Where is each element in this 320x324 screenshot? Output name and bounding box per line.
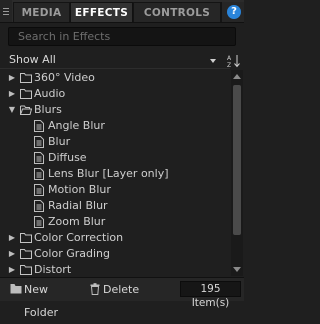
footer-bar: New Folder Delete 195 Item(s) xyxy=(0,277,244,319)
tree-item-label: Blurs xyxy=(34,103,62,116)
help-icon: ? xyxy=(227,5,241,19)
tree-folder-row[interactable]: ▶ Audio xyxy=(0,86,230,102)
scroll-thumb[interactable] xyxy=(233,85,241,235)
tab-bar: MEDIA EFFECTS CONTROLS ? xyxy=(0,0,244,23)
tree-effect-row[interactable]: Diffuse xyxy=(0,150,230,166)
tree-item-label: Angle Blur xyxy=(48,119,105,132)
tree-folder-row[interactable]: ▼ Blurs xyxy=(0,102,230,118)
delete-label: Delete xyxy=(103,283,140,296)
effect-document-icon xyxy=(34,184,44,196)
expand-right-icon[interactable]: ▶ xyxy=(7,70,17,86)
tree-item-label: Distort xyxy=(34,263,72,276)
svg-text:A: A xyxy=(227,55,232,62)
tab-media[interactable]: MEDIA xyxy=(13,2,70,22)
tree-item-label: Motion Blur xyxy=(48,183,111,196)
expand-right-icon[interactable]: ▶ xyxy=(7,86,17,102)
expand-down-icon[interactable]: ▼ xyxy=(7,102,17,118)
scroll-up-icon[interactable] xyxy=(233,74,241,79)
tree-item-label: Audio xyxy=(34,87,66,100)
effect-document-icon xyxy=(34,168,44,180)
folder-icon xyxy=(20,249,32,259)
filter-dropdown[interactable]: Show All xyxy=(9,53,56,66)
tree-item-label: Radial Blur xyxy=(48,199,108,212)
new-folder-label: New Folder xyxy=(24,283,58,319)
chevron-down-icon[interactable] xyxy=(210,59,216,63)
filter-bar: Show All A Z xyxy=(0,50,244,70)
tree-effect-row[interactable]: Angle Blur xyxy=(0,118,230,134)
effect-document-icon xyxy=(34,136,44,148)
folder-open-icon xyxy=(20,105,32,115)
effect-document-icon xyxy=(34,120,44,132)
folder-icon xyxy=(20,89,32,99)
tree-folder-row[interactable]: ▶ Distort xyxy=(0,262,230,278)
tree-effect-row[interactable]: Zoom Blur xyxy=(0,214,230,230)
tree-effect-row[interactable]: Radial Blur xyxy=(0,198,230,214)
item-count: 195 Item(s) xyxy=(180,281,241,309)
folder-icon xyxy=(10,284,22,294)
effect-document-icon xyxy=(34,200,44,212)
folder-icon xyxy=(20,233,32,243)
help-button[interactable]: ? xyxy=(221,2,244,22)
tree-folder-row[interactable]: ▶ 360° Video xyxy=(0,70,230,86)
scroll-down-icon[interactable] xyxy=(233,267,241,272)
tree-item-label: Color Correction xyxy=(34,231,124,244)
tree-effect-row[interactable]: Motion Blur xyxy=(0,182,230,198)
tree-item-label: 360° Video xyxy=(34,71,95,84)
effects-tree: ▶ 360° Video ▶ Audio ▼ Blurs Angle Blur Blur Dif… xyxy=(0,68,230,277)
tree-effect-row[interactable]: Lens Blur [Layer only] xyxy=(0,166,230,182)
scrollbar[interactable] xyxy=(231,70,243,276)
expand-right-icon[interactable]: ▶ xyxy=(7,262,17,278)
tree-effect-row[interactable]: Blur xyxy=(0,134,230,150)
effect-document-icon xyxy=(34,152,44,164)
delete-button[interactable]: Delete xyxy=(88,278,140,301)
tab-effects[interactable]: EFFECTS xyxy=(70,2,133,22)
tree-item-label: Blur xyxy=(48,135,71,148)
tab-controls[interactable]: CONTROLS xyxy=(133,2,221,22)
effect-document-icon xyxy=(34,216,44,228)
expand-right-icon[interactable]: ▶ xyxy=(7,230,17,246)
panel-menu-icon[interactable] xyxy=(0,0,12,22)
search-input[interactable]: Search in Effects xyxy=(8,27,236,46)
tree-item-label: Lens Blur [Layer only] xyxy=(48,167,169,180)
expand-right-icon[interactable]: ▶ xyxy=(7,246,17,262)
new-folder-button[interactable]: New Folder xyxy=(8,278,78,319)
tree-folder-row[interactable]: ▶ Color Grading xyxy=(0,246,230,262)
folder-icon xyxy=(20,73,32,83)
tree-item-label: Color Grading xyxy=(34,247,110,260)
folder-icon xyxy=(20,265,32,275)
sort-icon[interactable]: A Z xyxy=(227,54,241,68)
tree-item-label: Zoom Blur xyxy=(48,215,106,228)
trash-icon xyxy=(90,283,100,295)
tree-item-label: Diffuse xyxy=(48,151,87,164)
tree-folder-row[interactable]: ▶ Color Correction xyxy=(0,230,230,246)
search-placeholder: Search in Effects xyxy=(18,30,111,43)
